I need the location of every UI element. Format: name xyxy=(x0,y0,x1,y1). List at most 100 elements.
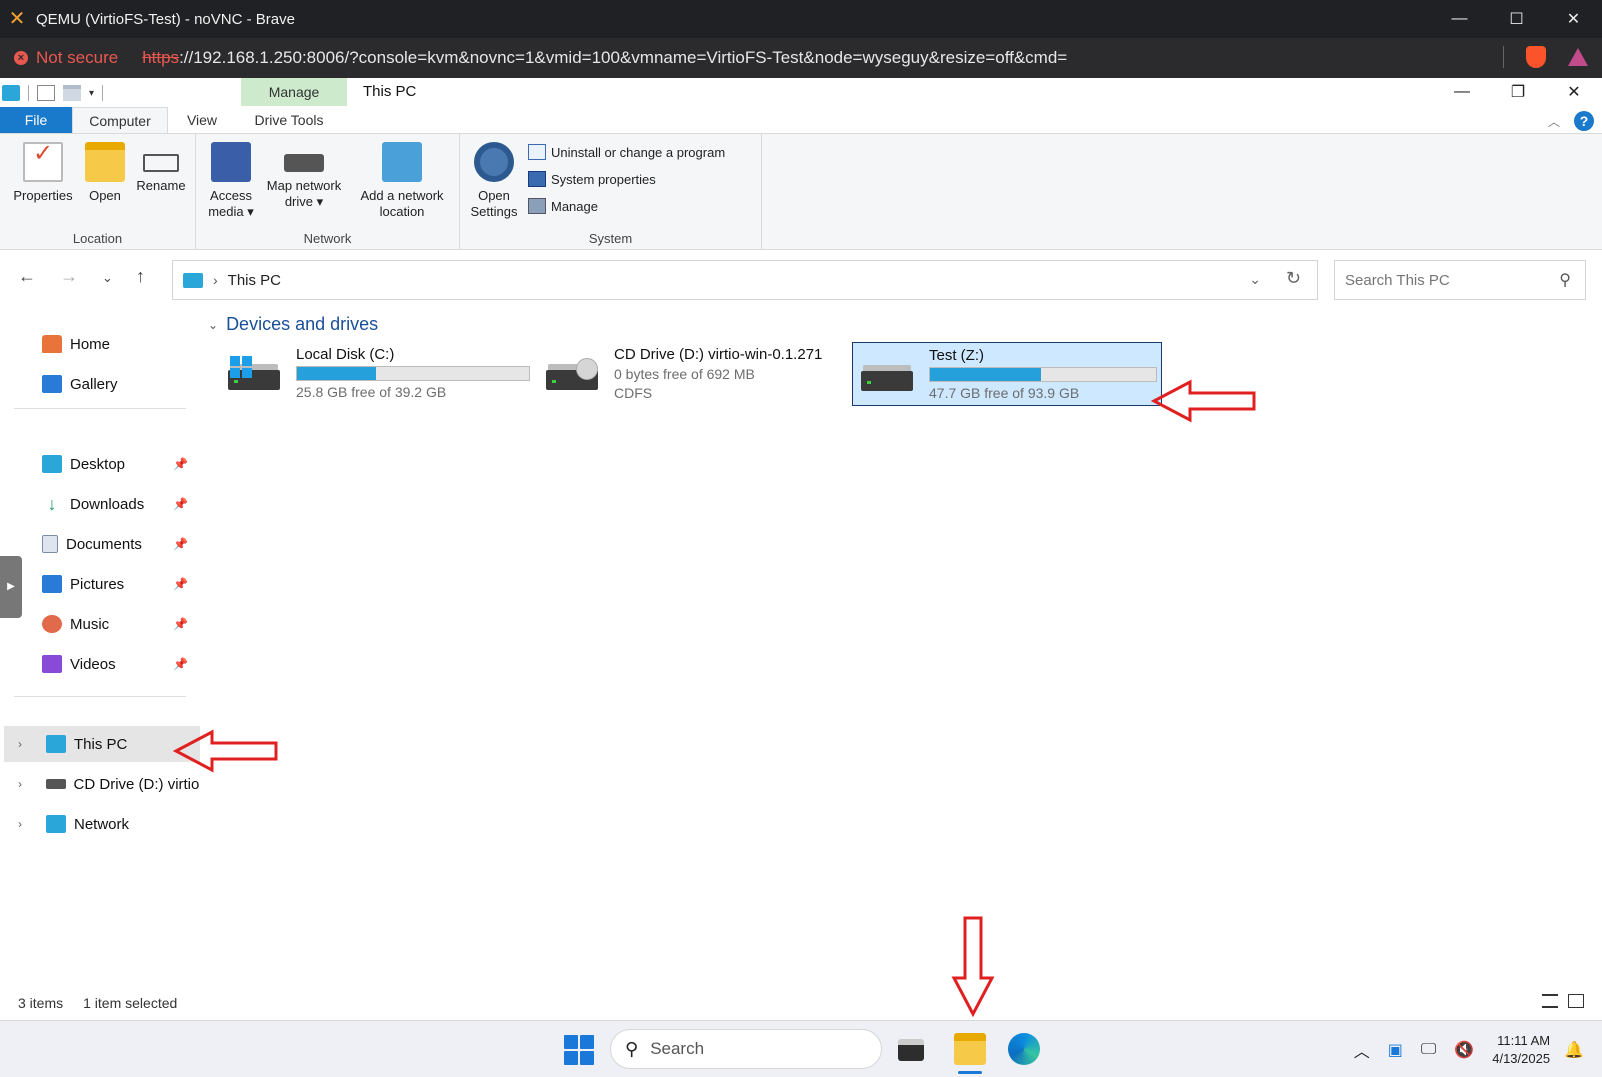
map-network-drive-button[interactable]: Map network drive ▾ xyxy=(260,140,348,210)
network-status-icon[interactable]: 🖵 xyxy=(1421,1041,1436,1059)
pin-icon[interactable]: 📌 xyxy=(173,457,188,471)
taskbar-search-box[interactable]: ⚲ Search xyxy=(610,1029,882,1069)
task-view-icon[interactable] xyxy=(898,1039,924,1061)
properties-qat-icon[interactable] xyxy=(37,85,55,101)
brave-rewards-icon[interactable] xyxy=(1568,48,1588,66)
drive-free-space: 25.8 GB free of 39.2 GB xyxy=(296,384,447,400)
clock[interactable]: 11:11 AM 4/13/2025 xyxy=(1492,1032,1550,1068)
close-button[interactable]: ✕ xyxy=(1546,78,1602,106)
edge-browser-icon[interactable] xyxy=(1008,1033,1040,1065)
add-network-location-button[interactable]: Add a network location xyxy=(352,140,452,220)
disc-icon xyxy=(576,358,598,380)
minimize-button[interactable]: — xyxy=(1434,78,1490,106)
pin-icon[interactable]: 📌 xyxy=(173,497,188,511)
expand-chevron-icon[interactable]: › xyxy=(18,737,38,751)
recent-locations-chevron-icon[interactable]: ⌄ xyxy=(102,270,113,286)
novnc-control-bar-handle[interactable]: ▶ xyxy=(0,556,22,618)
sidebar-item-videos[interactable]: Videos 📌 xyxy=(0,646,196,682)
address-box[interactable]: › This PC ⌄ ↻ xyxy=(172,260,1318,300)
brave-shields-icon[interactable] xyxy=(1526,46,1546,68)
pin-icon[interactable]: 📌 xyxy=(173,537,188,551)
access-media-button[interactable]: Access media ▾ xyxy=(206,140,256,220)
properties-button[interactable]: Properties xyxy=(10,140,76,204)
breadcrumb-this-pc[interactable]: This PC xyxy=(228,272,281,289)
expand-chevron-icon[interactable]: › xyxy=(18,817,38,831)
large-icons-view-icon[interactable] xyxy=(1568,994,1584,1008)
properties-icon xyxy=(23,142,63,182)
show-hidden-icons-chevron-icon[interactable]: ︿ xyxy=(1354,1038,1370,1062)
manage-button[interactable]: Manage xyxy=(528,198,598,214)
back-arrow-icon[interactable]: ← xyxy=(18,266,36,287)
active-app-indicator xyxy=(958,1071,982,1074)
tab-view[interactable]: View xyxy=(168,107,236,133)
sidebar-item-cd-drive[interactable]: › CD Drive (D:) virtio- xyxy=(4,766,200,802)
drive-test-z[interactable]: Test (Z:) 47.7 GB free of 93.9 GB xyxy=(852,342,1162,406)
uninstall-program-button[interactable]: Uninstall or change a program xyxy=(528,144,725,160)
sidebar-item-gallery[interactable]: Gallery xyxy=(0,366,196,402)
drive-local-disk-c[interactable]: Local Disk (C:) 25.8 GB free of 39.2 GB xyxy=(220,342,530,406)
not-secure-label[interactable]: Not secure xyxy=(36,48,118,68)
new-folder-qat-icon[interactable] xyxy=(63,85,81,101)
browser-close-button[interactable]: ✕ xyxy=(1545,0,1602,38)
pin-icon[interactable]: 📌 xyxy=(173,617,188,631)
sidebar-label: Documents xyxy=(66,535,142,553)
browser-maximize-button[interactable]: ☐ xyxy=(1488,0,1545,38)
open-settings-button[interactable]: Open Settings xyxy=(466,140,522,220)
toolbar-divider xyxy=(1503,46,1504,68)
refresh-icon[interactable]: ↻ xyxy=(1286,268,1301,289)
sidebar-item-documents[interactable]: Documents 📌 xyxy=(0,526,196,562)
forward-arrow-icon[interactable]: → xyxy=(60,266,78,287)
open-settings-label-2: Settings xyxy=(470,204,518,219)
map-drive-label: Map network xyxy=(266,178,342,193)
sidebar-item-music[interactable]: Music 📌 xyxy=(0,606,196,642)
tab-drive-tools[interactable]: Drive Tools xyxy=(236,107,342,133)
browser-minimize-button[interactable]: — xyxy=(1431,0,1488,38)
browser-address-bar[interactable]: × Not secure https://192.168.1.250:8006/… xyxy=(0,38,1602,78)
windows-logo-icon xyxy=(230,356,252,378)
search-box[interactable]: ⚲ xyxy=(1334,260,1586,300)
sidebar-label: Home xyxy=(70,335,111,353)
notification-bell-icon[interactable]: 🔔 xyxy=(1564,1040,1584,1060)
devices-and-drives-header[interactable]: ⌄ Devices and drives xyxy=(208,314,378,335)
start-button[interactable] xyxy=(564,1035,594,1065)
url-text[interactable]: https://192.168.1.250:8006/?console=kvm&… xyxy=(142,48,1067,68)
pin-icon[interactable]: 📌 xyxy=(173,577,188,591)
manage-context-tab[interactable]: Manage xyxy=(241,78,347,106)
status-selection-count: 1 item selected xyxy=(83,995,178,1011)
expand-chevron-icon[interactable]: › xyxy=(18,777,38,791)
search-icon[interactable]: ⚲ xyxy=(1559,270,1571,290)
qat-divider xyxy=(28,85,29,101)
help-icon[interactable]: ? xyxy=(1574,111,1594,131)
tab-file[interactable]: File xyxy=(0,107,72,133)
sidebar-item-pictures[interactable]: Pictures 📌 xyxy=(0,566,196,602)
sidebar-item-this-pc[interactable]: › This PC xyxy=(4,726,200,762)
collapse-ribbon-icon[interactable]: ︿ xyxy=(1548,113,1560,130)
sidebar-item-downloads[interactable]: ↓ Downloads 📌 xyxy=(0,486,196,522)
system-properties-button[interactable]: System properties xyxy=(528,171,656,187)
address-dropdown-icon[interactable]: ⌄ xyxy=(1249,271,1261,288)
details-view-icon[interactable] xyxy=(1542,994,1558,1008)
sidebar-item-home[interactable]: Home xyxy=(0,326,196,362)
sidebar-divider xyxy=(14,408,186,409)
restore-button[interactable]: ❐ xyxy=(1490,78,1546,106)
ribbon-group-location: Properties Open Rename Location xyxy=(0,134,196,250)
search-input[interactable] xyxy=(1345,271,1545,289)
window-title: This PC xyxy=(363,83,417,100)
sidebar-item-desktop[interactable]: Desktop 📌 xyxy=(0,446,196,482)
sidebar-item-network[interactable]: › Network xyxy=(4,806,200,842)
status-item-count: 3 items xyxy=(18,995,64,1011)
drive-cd-d[interactable]: CD Drive (D:) virtio-win-0.1.271 0 bytes… xyxy=(538,342,848,406)
file-explorer-taskbar-icon[interactable] xyxy=(954,1033,986,1065)
up-arrow-icon[interactable]: ↑ xyxy=(136,266,145,287)
app-tray-icon[interactable]: ▣ xyxy=(1388,1040,1403,1060)
volume-muted-icon[interactable]: 🔇 xyxy=(1454,1040,1474,1060)
annotation-arrow-left-this-pc xyxy=(172,729,278,773)
open-button[interactable]: Open xyxy=(82,140,128,204)
tab-computer[interactable]: Computer xyxy=(72,107,168,133)
breadcrumb-chevron-icon[interactable]: › xyxy=(213,272,218,288)
collapse-chevron-icon[interactable]: ⌄ xyxy=(208,318,218,332)
this-pc-icon xyxy=(183,272,203,288)
pin-icon[interactable]: 📌 xyxy=(173,657,188,671)
rename-button[interactable]: Rename xyxy=(134,140,188,194)
customize-qat-icon[interactable]: ▾ xyxy=(89,88,94,99)
